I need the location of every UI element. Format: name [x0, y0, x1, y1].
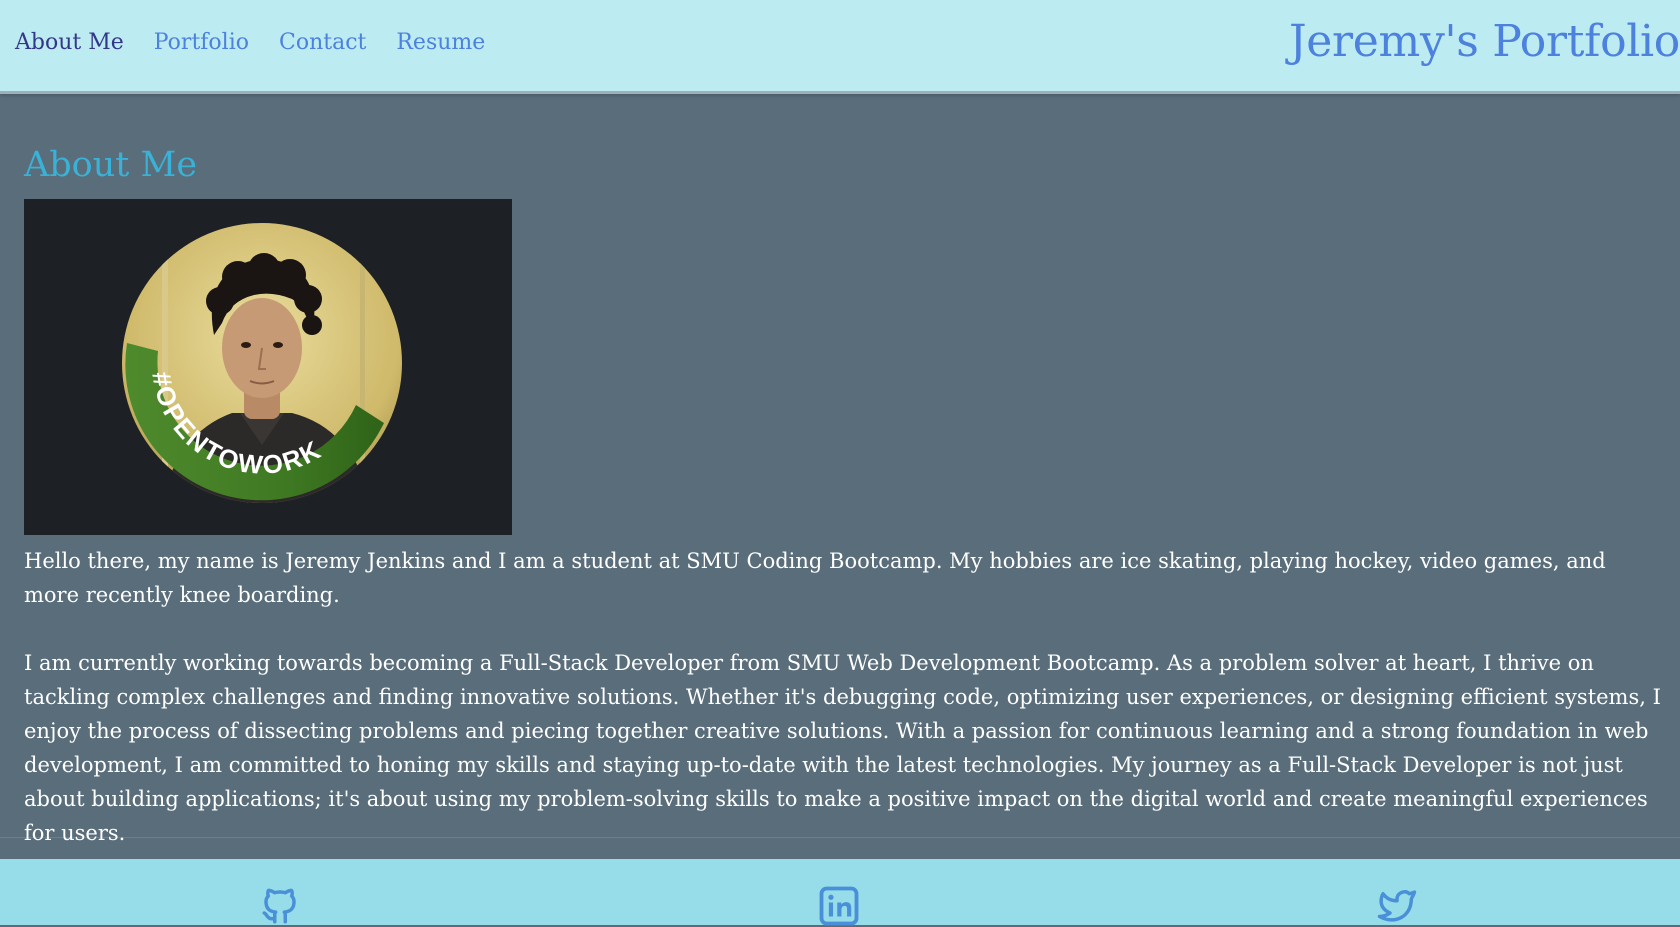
about-section: About Me #OPENTOWORK Hello there, my nam… [0, 101, 1680, 845]
main-nav: About Me Portfolio Contact Resume [15, 28, 485, 58]
profile-photo: #OPENTOWORK [24, 199, 512, 535]
twitter-icon[interactable] [1376, 885, 1418, 927]
bio-text: Hello there, my name is Jeremy Jenkins a… [24, 544, 1664, 850]
nav-resume[interactable]: Resume [396, 28, 485, 58]
bio-paragraph-2: I am currently working towards becoming … [24, 651, 1661, 845]
profile-avatar-image: #OPENTOWORK [122, 223, 402, 503]
bio-paragraph-1: Hello there, my name is Jeremy Jenkins a… [24, 549, 1606, 607]
site-title: Jeremy's Portfolio [1288, 16, 1680, 67]
section-title: About Me [24, 145, 198, 185]
site-footer [0, 859, 1680, 927]
nav-contact[interactable]: Contact [279, 28, 366, 58]
github-icon[interactable] [259, 885, 301, 927]
linkedin-icon[interactable] [818, 885, 860, 927]
nav-about-me[interactable]: About Me [15, 28, 124, 58]
site-header: About Me Portfolio Contact Resume Jeremy… [0, 0, 1680, 94]
nav-portfolio[interactable]: Portfolio [154, 28, 249, 58]
